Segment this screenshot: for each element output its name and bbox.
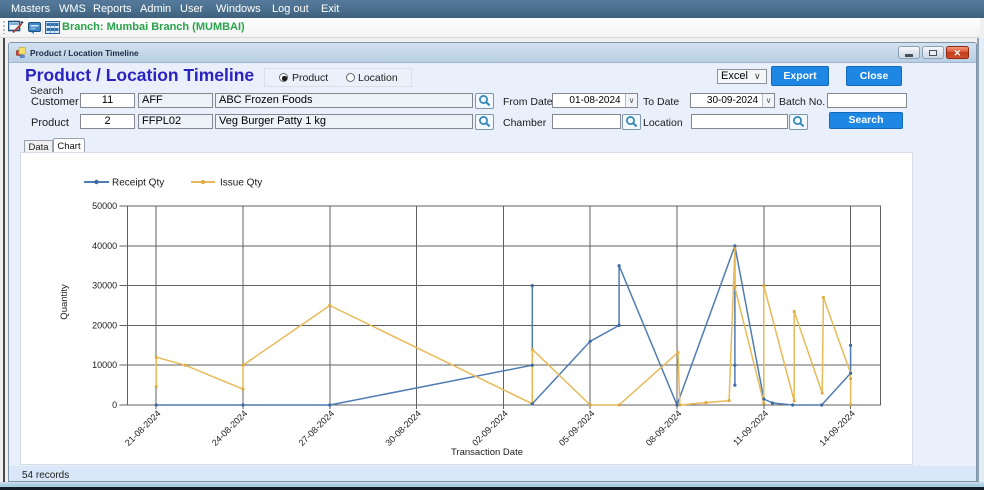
svg-text:Quantity: Quantity (59, 284, 70, 320)
svg-text:50000: 50000 (92, 201, 117, 211)
svg-text:27-08-2024: 27-08-2024 (297, 408, 337, 448)
svg-text:20000: 20000 (92, 320, 117, 330)
svg-text:05-09-2024: 05-09-2024 (557, 408, 597, 448)
svg-text:08-09-2024: 08-09-2024 (644, 408, 684, 448)
svg-text:11-09-2024: 11-09-2024 (731, 408, 770, 447)
svg-text:Transaction Date: Transaction Date (451, 447, 523, 458)
svg-text:10000: 10000 (92, 360, 117, 370)
svg-text:30000: 30000 (92, 281, 117, 291)
svg-text:30-08-2024: 30-08-2024 (383, 408, 423, 448)
svg-text:Issue Qty: Issue Qty (220, 178, 262, 189)
svg-text:21-08-2024: 21-08-2024 (123, 408, 163, 448)
svg-text:14-09-2024: 14-09-2024 (817, 408, 857, 448)
svg-text:02-09-2024: 02-09-2024 (470, 408, 510, 448)
svg-text:Receipt Qty: Receipt Qty (112, 178, 164, 189)
svg-text:24-08-2024: 24-08-2024 (210, 408, 250, 448)
svg-text:0: 0 (112, 400, 117, 410)
svg-text:40000: 40000 (92, 241, 117, 251)
